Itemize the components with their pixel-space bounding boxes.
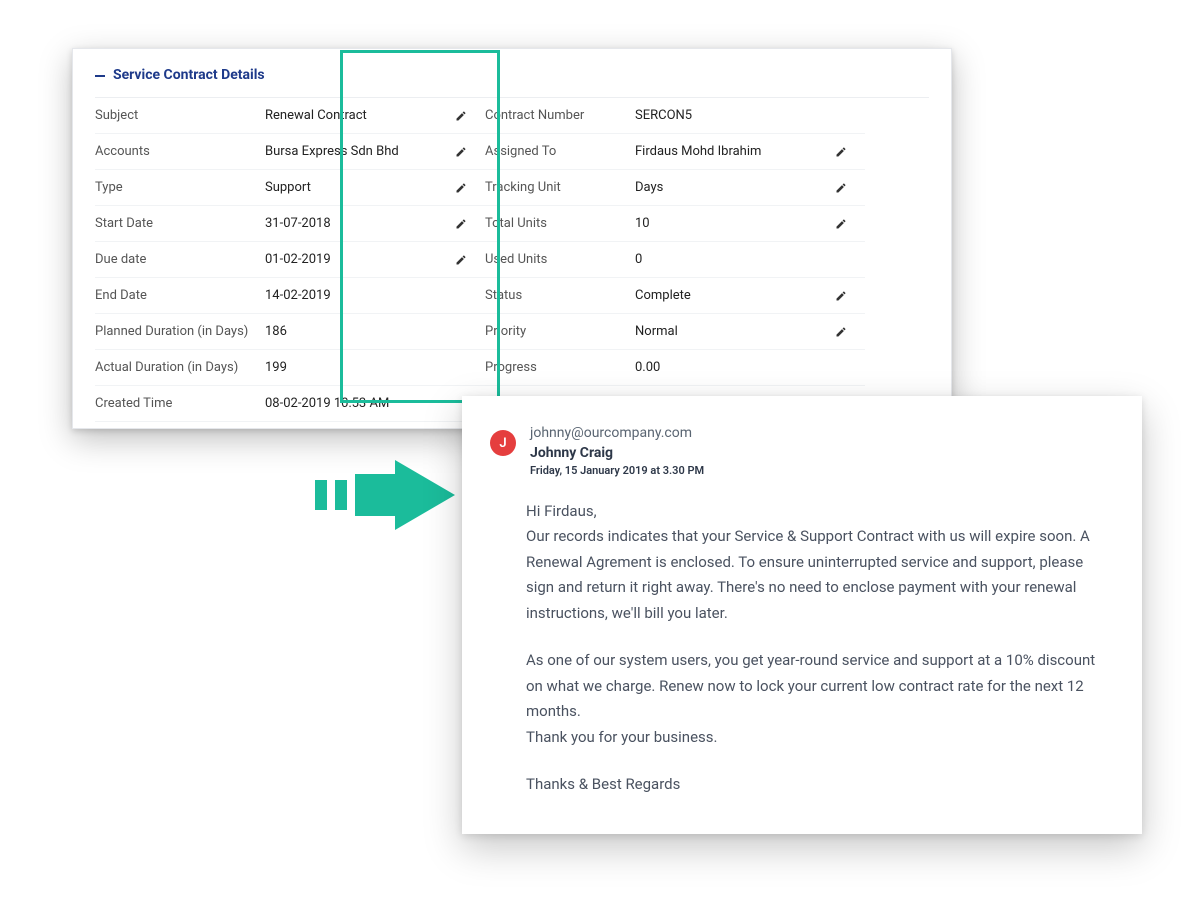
field-label: Planned Duration (in Days) bbox=[95, 314, 265, 350]
email-p1: Our records indicates that your Service … bbox=[526, 527, 1090, 622]
field-label: Subject bbox=[95, 98, 265, 134]
field-value: Firdaus Mohd Ibrahim bbox=[635, 134, 835, 170]
field-label: Assigned To bbox=[485, 134, 635, 170]
field-value: 0.00 bbox=[635, 350, 835, 386]
field-value: 01-02-2019 bbox=[265, 242, 455, 278]
field-value: 31-07-2018 bbox=[265, 206, 455, 242]
field-value: 10 bbox=[635, 206, 835, 242]
from-name: Johnny Craig bbox=[530, 444, 704, 464]
field-label: Tracking Unit bbox=[485, 170, 635, 206]
edit-icon bbox=[455, 314, 485, 350]
field-value: SERCON5 bbox=[635, 98, 835, 134]
from-date: Friday, 15 January 2019 at 3.30 PM bbox=[530, 463, 704, 478]
collapse-icon[interactable] bbox=[95, 75, 105, 77]
email-p3: Thank you for your business. bbox=[526, 728, 717, 746]
email-header: J johnny@ourcompany.com Johnny Craig Fri… bbox=[490, 424, 1114, 479]
field-value: 14-02-2019 bbox=[265, 278, 455, 314]
edit-icon bbox=[835, 98, 865, 134]
field-label: Contract Number bbox=[485, 98, 635, 134]
field-value: Renewal Contract bbox=[265, 98, 455, 134]
field-label: Total Units bbox=[485, 206, 635, 242]
avatar: J bbox=[490, 430, 516, 456]
edit-icon bbox=[835, 350, 865, 386]
email-signoff: Thanks & Best Regards bbox=[526, 772, 1114, 798]
field-value: 08-02-2019 10:53 AM bbox=[265, 386, 455, 422]
edit-icon bbox=[835, 242, 865, 278]
field-value: Bursa Express Sdn Bhd bbox=[265, 134, 455, 170]
field-label: Created Time bbox=[95, 386, 265, 422]
edit-icon[interactable] bbox=[455, 98, 485, 134]
edit-icon bbox=[455, 278, 485, 314]
from-address: johnny@ourcompany.com bbox=[530, 424, 704, 444]
field-value: Days bbox=[635, 170, 835, 206]
from-block: johnny@ourcompany.com Johnny Craig Frida… bbox=[530, 424, 704, 479]
edit-icon[interactable] bbox=[835, 206, 865, 242]
field-label: Used Units bbox=[485, 242, 635, 278]
arrow-icon bbox=[315, 460, 455, 530]
field-value: 186 bbox=[265, 314, 455, 350]
field-label: Accounts bbox=[95, 134, 265, 170]
edit-icon[interactable] bbox=[835, 170, 865, 206]
field-value: Support bbox=[265, 170, 455, 206]
field-label: Status bbox=[485, 278, 635, 314]
edit-icon[interactable] bbox=[835, 278, 865, 314]
email-greeting: Hi Firdaus, bbox=[526, 502, 597, 520]
contract-panel: Service Contract Details SubjectRenewal … bbox=[72, 48, 952, 429]
field-label: Due date bbox=[95, 242, 265, 278]
edit-icon bbox=[455, 350, 485, 386]
field-label: Start Date bbox=[95, 206, 265, 242]
field-value: 199 bbox=[265, 350, 455, 386]
field-label: End Date bbox=[95, 278, 265, 314]
field-value: Complete bbox=[635, 278, 835, 314]
field-label: Priority bbox=[485, 314, 635, 350]
field-label: Type bbox=[95, 170, 265, 206]
field-value: 0 bbox=[635, 242, 835, 278]
section-title: Service Contract Details bbox=[113, 67, 265, 83]
edit-icon[interactable] bbox=[455, 242, 485, 278]
field-value: Normal bbox=[635, 314, 835, 350]
edit-icon[interactable] bbox=[835, 314, 865, 350]
edit-icon[interactable] bbox=[455, 134, 485, 170]
email-card: J johnny@ourcompany.com Johnny Craig Fri… bbox=[462, 396, 1142, 834]
section-header[interactable]: Service Contract Details bbox=[95, 67, 929, 98]
email-body: Hi Firdaus, Our records indicates that y… bbox=[490, 499, 1114, 798]
edit-icon[interactable] bbox=[835, 134, 865, 170]
field-label: Progress bbox=[485, 350, 635, 386]
field-label: Actual Duration (in Days) bbox=[95, 350, 265, 386]
detail-grid: SubjectRenewal Contract Contract NumberSE… bbox=[95, 98, 929, 422]
edit-icon[interactable] bbox=[455, 206, 485, 242]
edit-icon[interactable] bbox=[455, 170, 485, 206]
email-p2: As one of our system users, you get year… bbox=[526, 651, 1095, 720]
